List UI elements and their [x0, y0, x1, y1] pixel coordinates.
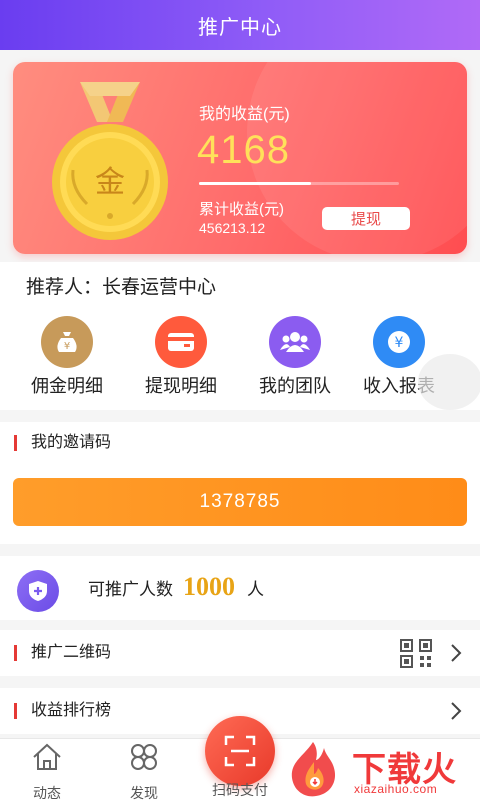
referrer-label: 推荐人：长春运营中心	[26, 277, 217, 298]
nav-item-feed[interactable]: 动态	[12, 741, 82, 800]
svg-text:¥: ¥	[395, 335, 404, 351]
quota-number: 1000	[183, 572, 235, 601]
invite-code-button[interactable]: 1378785	[13, 478, 467, 526]
page-title: 推广中心	[198, 16, 282, 39]
chevron-right-icon	[451, 644, 462, 662]
yen-icon: ¥	[373, 316, 425, 368]
earnings-card: 金 我的收益(元) 4168 累计收益(元) 456213.12 提现	[13, 62, 467, 254]
chevron-right-icon	[451, 702, 462, 720]
nav-label: 动态	[33, 785, 61, 800]
flame-logo-icon	[291, 742, 336, 797]
shield-icon	[17, 570, 59, 612]
quota-prefix: 可推广人数	[88, 579, 173, 599]
promotion-qr-label: 推广二维码	[14, 645, 111, 661]
scan-pay-label: 扫码支付	[212, 782, 268, 798]
shortcut-section: 推荐人：长春运营中心 ¥ 佣金明细 提现明细 我的团队 ¥ 收入报表	[0, 262, 480, 410]
total-earnings-label: 累计收益(元)	[199, 201, 284, 218]
qr-code-icon	[400, 639, 432, 668]
nav-item-discover[interactable]: 发现	[109, 741, 179, 800]
withdraw-button[interactable]: 提现	[322, 207, 410, 230]
quota-line: 可推广人数 1000 人	[88, 570, 264, 604]
money-bag-icon: ¥	[41, 316, 93, 368]
scan-icon	[224, 735, 256, 767]
shortcut-label: 佣金明细	[31, 376, 103, 396]
card-icon	[155, 316, 207, 368]
promotion-qr-row[interactable]: 推广二维码	[0, 630, 480, 676]
quota-suffix: 人	[247, 579, 264, 599]
shortcut-commission-details[interactable]: ¥ 佣金明细	[17, 316, 117, 398]
home-icon	[33, 743, 61, 770]
earnings-value: 4168	[197, 128, 290, 172]
team-icon	[269, 316, 321, 368]
earnings-label: 我的收益(元)	[199, 106, 290, 123]
total-earnings-value: 456213.12	[199, 220, 266, 236]
gold-medal-icon: 金	[52, 82, 168, 240]
svg-text:¥: ¥	[64, 341, 70, 352]
earnings-progress-fill	[199, 182, 311, 185]
clover-icon	[131, 744, 157, 770]
app-header: 推广中心	[0, 0, 480, 50]
shortcut-label: 我的团队	[259, 376, 331, 396]
earnings-progress	[199, 182, 399, 185]
site-watermark: 下载火 xiazaihuo.com	[282, 738, 480, 800]
watermark-url: xiazaihuo.com	[354, 782, 438, 796]
earnings-ranking-label: 收益排行榜	[14, 703, 111, 719]
invite-section: 我的邀请码 1378785	[0, 422, 480, 544]
invite-title: 我的邀请码	[14, 435, 111, 451]
promotion-quota: 可推广人数 1000 人	[0, 556, 480, 620]
medal-text: 金	[95, 165, 125, 200]
shortcut-label: 提现明细	[145, 376, 217, 396]
nav-label: 发现	[130, 785, 158, 800]
shortcut-withdraw-details[interactable]: 提现明细	[131, 316, 231, 398]
scan-pay-button[interactable]	[205, 716, 275, 786]
shortcut-my-team[interactable]: 我的团队	[245, 316, 345, 398]
floating-assist-ball[interactable]	[418, 354, 480, 410]
